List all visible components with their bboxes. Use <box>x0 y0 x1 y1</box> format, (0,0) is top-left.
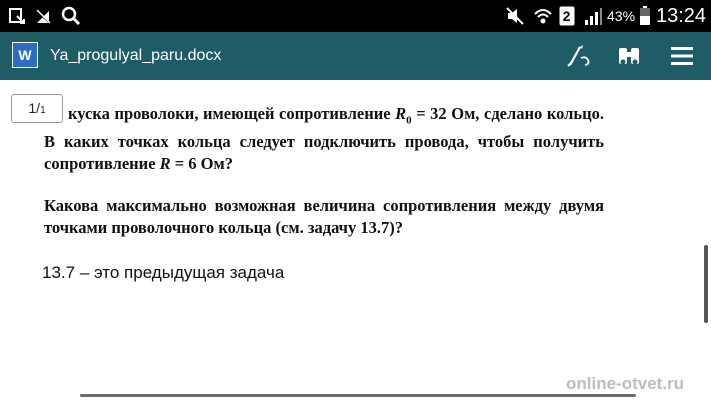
battery-icon <box>638 5 652 27</box>
battery-percent: 43% <box>607 8 636 24</box>
find-button[interactable] <box>612 40 646 72</box>
edit-icon <box>567 45 590 67</box>
status-bar: 2 43% 13:24 <box>0 0 711 32</box>
vertical-scrollbar[interactable] <box>704 245 708 323</box>
total-pages: 1 <box>40 105 46 116</box>
problem-1-text: Из куска проволоки, имеющей сопротивлени… <box>44 103 604 175</box>
cell-signal-icon <box>582 5 604 27</box>
document-view[interactable]: 1/1 Из куска проволоки, имеющей сопротив… <box>0 80 711 400</box>
home-indicator[interactable] <box>80 394 636 397</box>
current-page: 1 <box>28 100 37 116</box>
problem-2-text: Какова максимально возможная величина со… <box>44 196 604 237</box>
binoculars-icon <box>619 48 639 65</box>
word-app-icon[interactable]: W <box>12 42 38 68</box>
wifi-icon <box>532 5 554 27</box>
menu-button[interactable] <box>665 40 699 72</box>
note-text: 13.7 – это предыдущая задача <box>42 263 285 282</box>
clock: 13:24 <box>656 5 707 27</box>
r0-symbol: R <box>395 104 407 123</box>
word-app-icon-letter: W <box>18 47 32 63</box>
mute-icon <box>504 5 526 27</box>
watermark: online-otvet.ru <box>566 374 685 393</box>
notification-icon <box>7 5 27 27</box>
r-symbol: R <box>159 154 171 174</box>
search-icon <box>60 5 82 27</box>
document-title: Ya_progulyal_paru.docx <box>50 47 222 64</box>
app-toolbar: W Ya_progulyal_paru.docx <box>0 32 711 80</box>
edit-button[interactable] <box>561 40 595 72</box>
sim-slot-number: 2 <box>562 8 571 24</box>
menu-icon <box>671 47 693 65</box>
problem-1-part-3: = 6 Ом? <box>170 154 234 174</box>
page-indicator[interactable]: 1/1 <box>11 94 63 123</box>
problem-1-part-1: Из куска проволоки, имеющей сопротивлени… <box>44 104 396 123</box>
signal-icon <box>34 5 54 27</box>
